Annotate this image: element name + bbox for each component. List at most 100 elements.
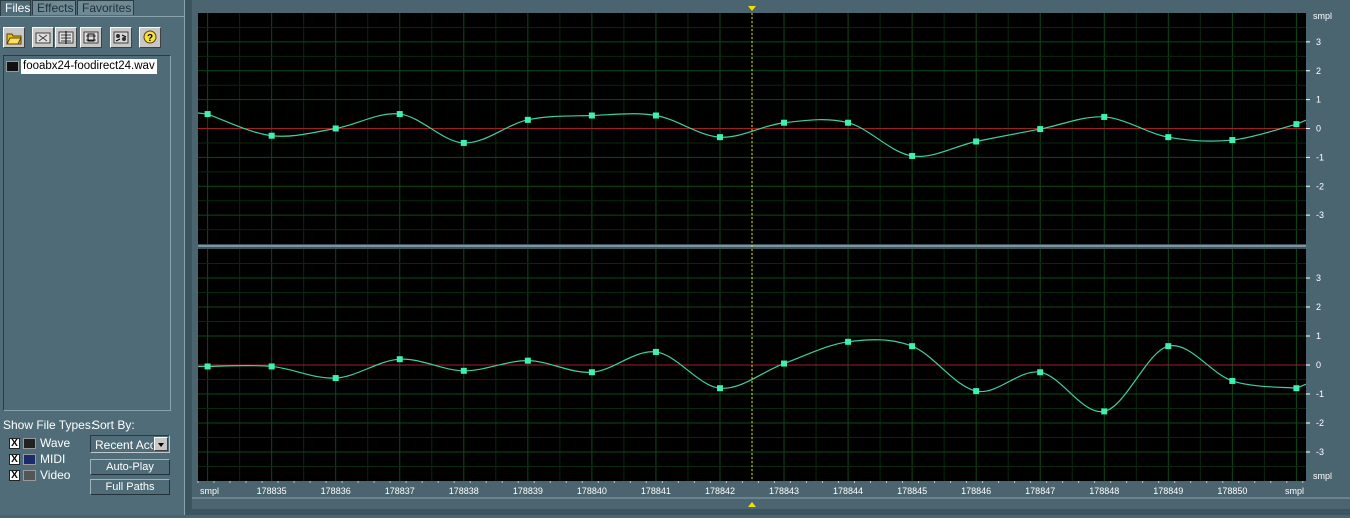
- scale-label: 1: [1316, 95, 1321, 105]
- scale-label: 2: [1316, 302, 1321, 312]
- show-file-types-label: Show File Types:: [3, 418, 95, 432]
- sample-point: [973, 388, 980, 395]
- scale-label: 3: [1316, 273, 1321, 283]
- top-ruler: [192, 0, 1350, 12]
- wave-file-icon: [6, 61, 19, 72]
- sample-point: [332, 125, 339, 132]
- multitrack-icon: [83, 31, 99, 44]
- ruler-label: 178840: [577, 486, 607, 496]
- batch-icon: [113, 31, 129, 44]
- video-type-icon: [23, 470, 36, 481]
- midi-type-icon: [23, 454, 36, 465]
- scale-label: -3: [1316, 447, 1324, 457]
- sort-by-value: Recent Acc: [95, 438, 153, 452]
- full-paths-button[interactable]: Full Paths: [90, 479, 170, 495]
- scale-unit: smpl: [1313, 11, 1332, 21]
- tab-divider: [0, 16, 184, 17]
- sample-point: [268, 132, 275, 139]
- help-icon: ?: [143, 30, 157, 44]
- sample-point: [268, 363, 275, 370]
- amplitude-scale: [1306, 13, 1350, 244]
- sort-by-select[interactable]: Recent Acc: [90, 435, 170, 453]
- video-type-label: Video: [40, 468, 71, 482]
- sample-point: [909, 152, 916, 159]
- sample-point: [332, 375, 339, 382]
- open-file-button[interactable]: [3, 27, 25, 48]
- file-name: fooabx24-foodirect24.wav: [21, 59, 157, 74]
- sample-point: [1165, 343, 1172, 350]
- insert-button[interactable]: [55, 27, 77, 48]
- scale-label: 2: [1316, 66, 1321, 76]
- wave-type-icon: [23, 438, 36, 449]
- list-item[interactable]: fooabx24-foodirect24.wav: [6, 59, 157, 74]
- sample-point: [1293, 121, 1300, 128]
- sample-point: [845, 338, 852, 345]
- ruler-label: 178846: [961, 486, 991, 496]
- scale-unit: smpl: [1313, 471, 1332, 481]
- sample-point: [716, 385, 723, 392]
- ruler-label: 178839: [513, 486, 543, 496]
- multitrack-button[interactable]: [80, 27, 102, 48]
- scale-label: 0: [1316, 124, 1321, 134]
- ruler-label: 178847: [1025, 486, 1055, 496]
- chevron-down-icon[interactable]: [154, 437, 168, 451]
- scale-label: 3: [1316, 37, 1321, 47]
- scale-label: -1: [1316, 152, 1324, 162]
- wave-checkbox[interactable]: X: [9, 438, 20, 449]
- insert-icon: [58, 31, 74, 44]
- sample-point: [973, 138, 980, 145]
- sample-point: [1101, 408, 1108, 415]
- right-channel: smpl 3 2 1 0 -1 -2 -3: [198, 249, 1350, 481]
- sample-point: [588, 112, 595, 119]
- sample-point: [1229, 377, 1236, 384]
- tab-files[interactable]: Files: [0, 0, 31, 17]
- ruler-label: 178838: [449, 486, 479, 496]
- file-list[interactable]: fooabx24-foodirect24.wav: [3, 55, 171, 411]
- sample-point: [1037, 126, 1044, 133]
- scrollbar-strip: [192, 509, 1350, 515]
- wave-type-label: Wave: [40, 436, 71, 450]
- ruler-label: 178837: [385, 486, 415, 496]
- ruler-label: 178845: [897, 486, 927, 496]
- amplitude-scale: [1306, 249, 1350, 481]
- sample-point: [204, 363, 211, 370]
- panel-splitter[interactable]: [184, 0, 192, 515]
- scale-label: -2: [1316, 181, 1324, 191]
- auto-play-button[interactable]: Auto-Play: [90, 459, 170, 475]
- close-file-button[interactable]: [32, 27, 54, 48]
- waveform-view[interactable]: smpl 3 2 1 0 -1 -2 -3 smpl 3 2 1 0 -1 -2 -3 smpl 178835 17…: [192, 0, 1350, 515]
- ruler-label: 178844: [833, 486, 863, 496]
- sort-by-label: Sort By:: [92, 418, 135, 432]
- tab-favorites[interactable]: Favorites: [77, 0, 134, 15]
- sample-point: [524, 357, 531, 364]
- sample-point: [781, 119, 788, 126]
- sample-point: [524, 116, 531, 123]
- scale-label: -2: [1316, 418, 1324, 428]
- sample-point: [396, 356, 403, 363]
- sample-point: [781, 360, 788, 367]
- sample-point: [460, 367, 467, 374]
- sample-point: [845, 119, 852, 126]
- video-checkbox[interactable]: X: [9, 470, 20, 481]
- midi-checkbox[interactable]: X: [9, 454, 20, 465]
- sample-point: [652, 348, 659, 355]
- file-panel: Files Effects Favorites ? fooabx24-foodi…: [0, 0, 184, 515]
- ruler-label: 178835: [257, 486, 287, 496]
- batch-process-button[interactable]: [110, 27, 132, 48]
- ruler-start-label: smpl: [200, 486, 219, 496]
- tab-effects[interactable]: Effects: [32, 0, 76, 15]
- open-folder-icon: [6, 33, 22, 45]
- help-button[interactable]: ?: [139, 27, 161, 48]
- sample-point: [716, 134, 723, 141]
- sample-point: [1293, 385, 1300, 392]
- scale-label: 1: [1316, 331, 1321, 341]
- sample-point: [1037, 369, 1044, 376]
- ruler-label: 178850: [1217, 486, 1247, 496]
- waveform-display[interactable]: smpl 3 2 1 0 -1 -2 -3 smpl 3 2 1 0 -1 -2 -3 smpl 178835 17…: [192, 0, 1350, 515]
- sample-point: [909, 343, 916, 350]
- midi-type-label: MIDI: [40, 452, 66, 466]
- scale-label: -3: [1316, 210, 1324, 220]
- ruler-label: 178848: [1089, 486, 1119, 496]
- sample-point: [588, 369, 595, 376]
- ruler-label: 178841: [641, 486, 671, 496]
